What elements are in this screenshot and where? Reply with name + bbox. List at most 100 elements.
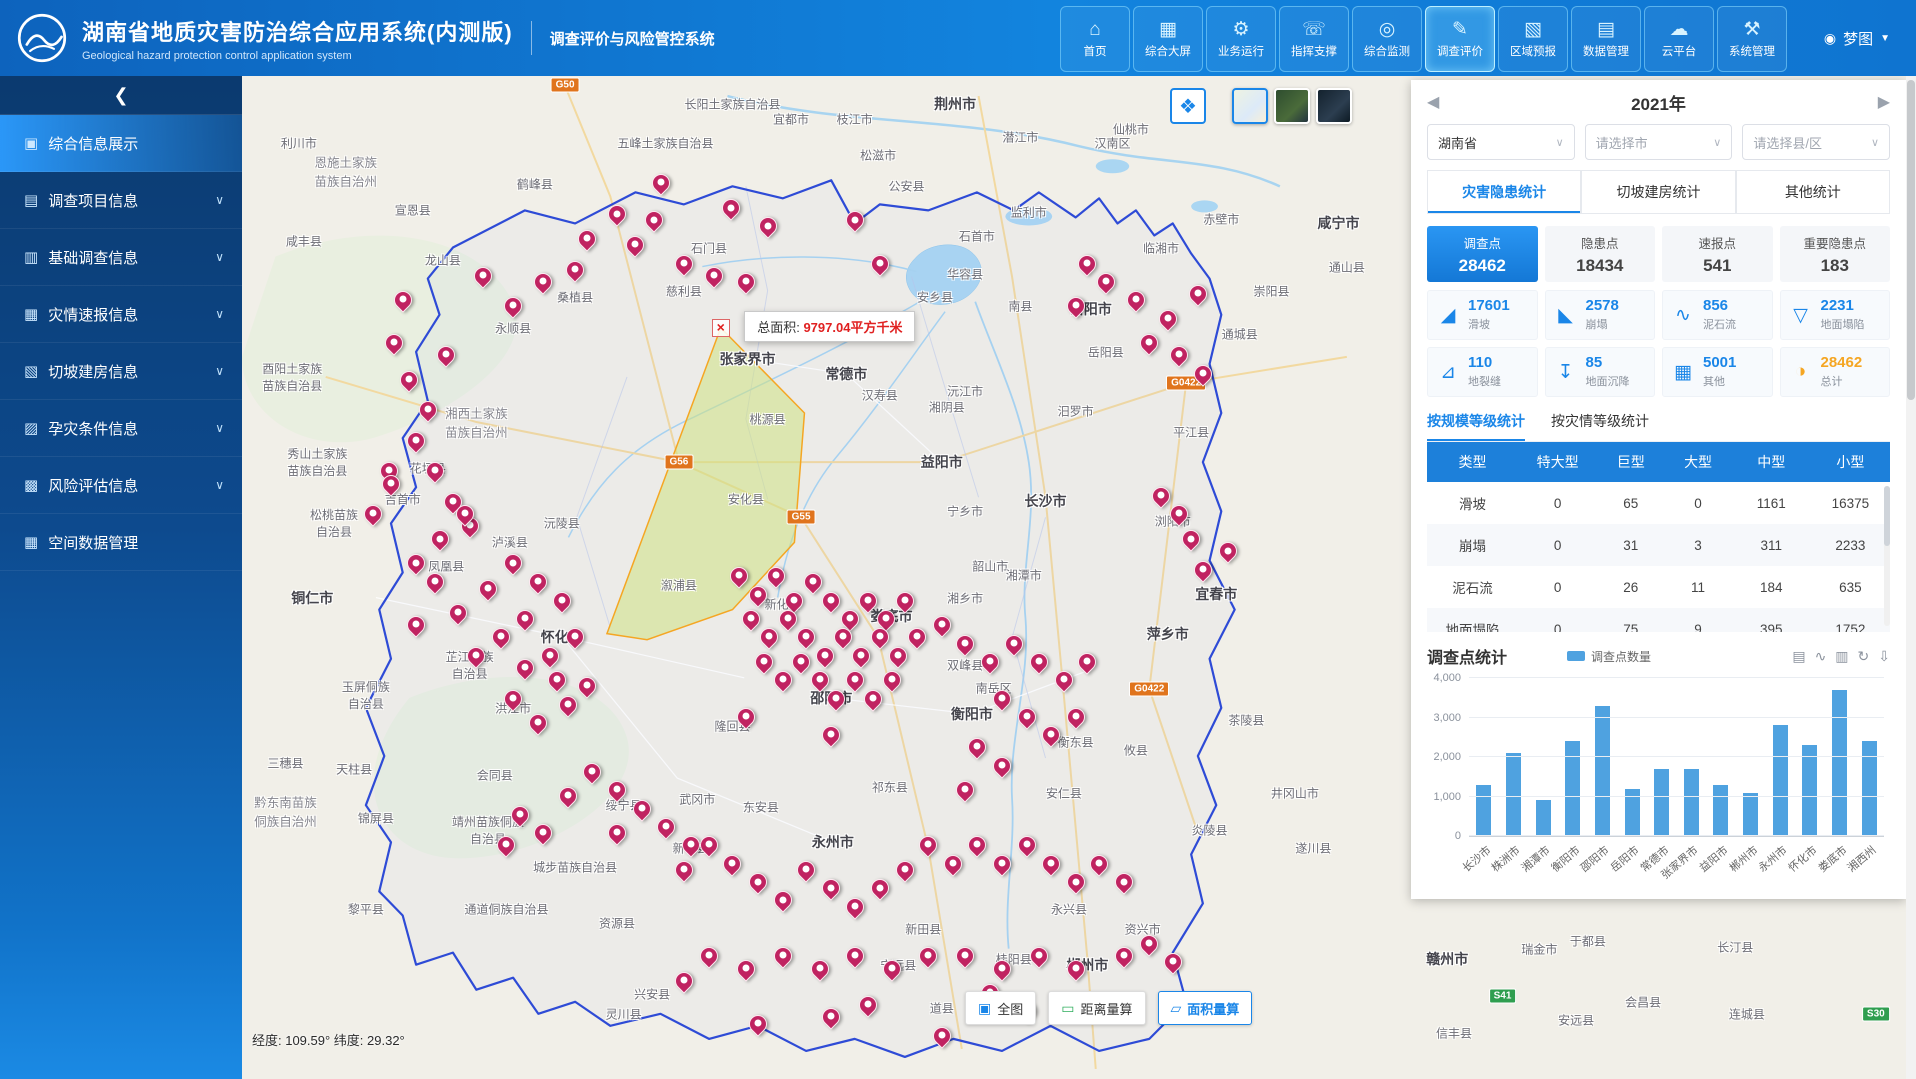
type-card-其他[interactable]: ▦5001其他 xyxy=(1662,347,1773,397)
hazard-marker[interactable] xyxy=(779,610,797,628)
hazard-marker[interactable] xyxy=(822,592,840,610)
region-select-2[interactable]: 请选择市∨ xyxy=(1585,124,1733,160)
hazard-marker[interactable] xyxy=(1182,530,1200,548)
table-scrollbar[interactable] xyxy=(1884,486,1890,626)
hazard-marker[interactable] xyxy=(583,763,601,781)
stat-card-4[interactable]: 重要隐患点183 xyxy=(1780,226,1891,282)
hazard-marker[interactable] xyxy=(919,947,937,965)
hazard-marker[interactable] xyxy=(822,726,840,744)
hazard-marker[interactable] xyxy=(981,653,999,671)
hazard-marker[interactable] xyxy=(504,690,522,708)
hazard-marker[interactable] xyxy=(792,653,810,671)
hazard-marker[interactable] xyxy=(407,554,425,572)
hazard-marker[interactable] xyxy=(1005,635,1023,653)
region-select-1[interactable]: 湖南省∨ xyxy=(1427,124,1575,160)
hazard-marker[interactable] xyxy=(426,462,444,480)
hazard-marker[interactable] xyxy=(516,610,534,628)
hazard-marker[interactable] xyxy=(968,738,986,756)
sidebar-item-6[interactable]: ▨孕灾条件信息∨ xyxy=(0,400,242,457)
hazard-marker[interactable] xyxy=(675,861,693,879)
hazard-marker[interactable] xyxy=(749,1015,767,1033)
sidebar-collapse-button[interactable]: ❮ xyxy=(0,76,242,115)
hazard-marker[interactable] xyxy=(933,616,951,634)
nav-data[interactable]: ▤数据管理 xyxy=(1571,6,1641,72)
hazard-marker[interactable] xyxy=(633,800,651,818)
hazard-marker[interactable] xyxy=(730,567,748,585)
stat-card-1[interactable]: 调查点28462 xyxy=(1427,226,1538,282)
hazard-marker[interactable] xyxy=(1055,671,1073,689)
area-measure-button[interactable]: ▱面积量算 xyxy=(1158,991,1253,1025)
basemap-thumb-imagery[interactable] xyxy=(1274,88,1310,124)
hazard-marker[interactable] xyxy=(944,855,962,873)
hazard-marker[interactable] xyxy=(871,255,889,273)
hazard-marker[interactable] xyxy=(407,616,425,634)
hazard-marker[interactable] xyxy=(382,475,400,493)
chart-legend[interactable]: 调查点数量 xyxy=(1567,648,1651,665)
hazard-marker[interactable] xyxy=(755,653,773,671)
hazard-marker[interactable] xyxy=(749,873,767,891)
hazard-marker[interactable] xyxy=(400,371,418,389)
hazard-marker[interactable] xyxy=(700,947,718,965)
type-card-地面沉降[interactable]: ↧85地面沉降 xyxy=(1545,347,1656,397)
hazard-marker[interactable] xyxy=(1097,273,1115,291)
hazard-marker[interactable] xyxy=(1140,935,1158,953)
distance-measure-button[interactable]: ▭距离量算 xyxy=(1048,991,1145,1025)
hazard-marker[interactable] xyxy=(1140,334,1158,352)
nav-command[interactable]: ☏指挥支撑 xyxy=(1279,6,1349,72)
refresh-icon[interactable]: ↻ xyxy=(1858,648,1870,665)
hazard-marker[interactable] xyxy=(608,824,626,842)
hazard-marker[interactable] xyxy=(479,580,497,598)
hazard-marker[interactable] xyxy=(559,787,577,805)
hazard-marker[interactable] xyxy=(626,236,644,254)
tab-2[interactable]: 切坡建房统计 xyxy=(1581,170,1735,213)
type-card-总计[interactable]: ◑28462总计 xyxy=(1780,347,1891,397)
nav-business[interactable]: ⚙业务运行 xyxy=(1206,6,1276,72)
hazard-marker[interactable] xyxy=(534,824,552,842)
hazard-marker[interactable] xyxy=(1115,947,1133,965)
hazard-marker[interactable] xyxy=(566,628,584,646)
hazard-marker[interactable] xyxy=(504,554,522,572)
type-card-崩塌[interactable]: ◣2578崩塌 xyxy=(1545,290,1656,340)
region-select-3[interactable]: 请选择县/区∨ xyxy=(1742,124,1890,160)
hazard-marker[interactable] xyxy=(652,174,670,192)
sidebar-item-1[interactable]: ▣综合信息展示 xyxy=(0,115,242,172)
hazard-marker[interactable] xyxy=(419,401,437,419)
type-card-泥石流[interactable]: ∿856泥石流 xyxy=(1662,290,1773,340)
sidebar-item-7[interactable]: ▩风险评估信息∨ xyxy=(0,457,242,514)
hazard-marker[interactable] xyxy=(516,659,534,677)
hazard-marker[interactable] xyxy=(467,647,485,665)
hazard-marker[interactable] xyxy=(956,781,974,799)
hazard-marker[interactable] xyxy=(541,647,559,665)
hazard-marker[interactable] xyxy=(956,947,974,965)
hazard-marker[interactable] xyxy=(774,671,792,689)
prev-year-button[interactable]: ◀ xyxy=(1427,92,1439,112)
layer-switch-button[interactable]: ❖ xyxy=(1170,88,1206,124)
hazard-marker[interactable] xyxy=(559,696,577,714)
nav-survey[interactable]: ✎调查评价 xyxy=(1425,6,1495,72)
hazard-marker[interactable] xyxy=(919,836,937,854)
hazard-marker[interactable] xyxy=(1194,365,1212,383)
hazard-marker[interactable] xyxy=(1127,291,1145,309)
hazard-marker[interactable] xyxy=(822,1008,840,1026)
hazard-marker[interactable] xyxy=(737,273,755,291)
stat-card-3[interactable]: 速报点541 xyxy=(1662,226,1773,282)
hazard-marker[interactable] xyxy=(742,610,760,628)
nav-cloud[interactable]: ☁云平台 xyxy=(1644,6,1714,72)
sidebar-item-2[interactable]: ▤调查项目信息∨ xyxy=(0,172,242,229)
hazard-marker[interactable] xyxy=(804,573,822,591)
type-card-地面塌陷[interactable]: ▽2231地面塌陷 xyxy=(1780,290,1891,340)
hazard-marker[interactable] xyxy=(816,647,834,665)
hazard-marker[interactable] xyxy=(877,610,895,628)
hazard-marker[interactable] xyxy=(1219,542,1237,560)
hazard-marker[interactable] xyxy=(1042,726,1060,744)
nav-monitor[interactable]: ◎综合监测 xyxy=(1352,6,1422,72)
hazard-marker[interactable] xyxy=(859,592,877,610)
hazard-marker[interactable] xyxy=(385,334,403,352)
hazard-marker[interactable] xyxy=(811,960,829,978)
hazard-marker[interactable] xyxy=(705,267,723,285)
hazard-marker[interactable] xyxy=(1018,708,1036,726)
hazard-marker[interactable] xyxy=(504,297,522,315)
hazard-marker[interactable] xyxy=(449,604,467,622)
hazard-marker[interactable] xyxy=(722,199,740,217)
sub-tab-2[interactable]: 按灾情等级统计 xyxy=(1551,411,1649,441)
